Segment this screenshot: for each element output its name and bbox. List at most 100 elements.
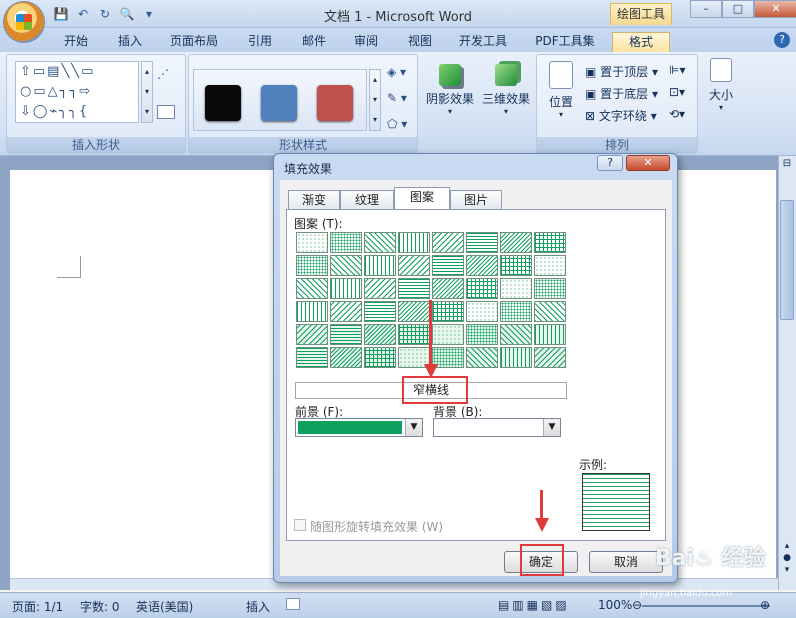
tab-home[interactable]: 开始 [56, 32, 96, 52]
zoom-slider[interactable] [642, 605, 770, 607]
styles-gallery-scroll[interactable]: ▴ ▾ ▾ [369, 69, 381, 131]
pattern-option[interactable] [398, 232, 430, 253]
help-icon[interactable]: ? [774, 32, 790, 48]
pattern-option[interactable] [466, 301, 498, 322]
macro-record-icon[interactable] [286, 598, 300, 610]
text-wrapping-button[interactable]: ⊠ 文字环绕 ▾ [585, 107, 657, 124]
pattern-option[interactable] [534, 278, 566, 299]
tab-picture[interactable]: 图片 [450, 190, 502, 209]
shapes-gallery-scroll[interactable]: ▴ ▾ ▾ [141, 61, 153, 123]
pattern-option[interactable] [500, 301, 532, 322]
zoom-in-icon[interactable]: ⊕ [760, 598, 770, 612]
pattern-option[interactable] [296, 255, 328, 276]
office-button[interactable] [4, 2, 44, 42]
word-count[interactable]: 字数: 0 [80, 598, 120, 615]
pattern-option[interactable] [398, 324, 430, 345]
pattern-option[interactable] [500, 324, 532, 345]
pattern-option[interactable] [364, 232, 396, 253]
pattern-option[interactable] [432, 324, 464, 345]
browse-object-icons[interactable]: ▴ ● ▾ [780, 540, 794, 580]
dialog-close-button[interactable]: ✕ [626, 155, 670, 171]
position-button[interactable]: 位置 ▾ [541, 61, 581, 119]
background-color-select[interactable]: ▼ [433, 418, 561, 437]
ruler-toggle-icon[interactable]: ⊟ [780, 158, 794, 172]
pattern-option[interactable] [296, 301, 328, 322]
pattern-option[interactable] [466, 232, 498, 253]
pattern-option[interactable] [296, 347, 328, 368]
foreground-color-select[interactable]: ▼ [295, 418, 423, 437]
pattern-option[interactable] [364, 255, 396, 276]
pattern-option[interactable] [330, 301, 362, 322]
pattern-option[interactable] [432, 278, 464, 299]
pattern-option[interactable] [364, 278, 396, 299]
vertical-scrollbar-thumb[interactable] [780, 200, 794, 320]
pattern-option[interactable] [364, 347, 396, 368]
tab-review[interactable]: 审阅 [346, 32, 386, 52]
pattern-option[interactable] [432, 232, 464, 253]
chevron-down-icon[interactable]: ▼ [543, 419, 560, 436]
pattern-option[interactable] [364, 324, 396, 345]
pattern-option[interactable] [534, 347, 566, 368]
zoom-out-icon[interactable]: ⊖ [632, 598, 642, 612]
cancel-button[interactable]: 取消 [589, 551, 663, 573]
pattern-option[interactable] [500, 278, 532, 299]
pattern-option[interactable] [330, 278, 362, 299]
pattern-option[interactable] [398, 278, 430, 299]
pattern-option[interactable] [466, 255, 498, 276]
tab-texture[interactable]: 纹理 [340, 190, 394, 209]
send-to-back-button[interactable]: ▣ 置于底层 ▾ [585, 85, 658, 102]
pattern-option[interactable] [466, 324, 498, 345]
tab-pattern[interactable]: 图案 [394, 187, 450, 210]
tab-gradient[interactable]: 渐变 [288, 190, 340, 209]
page-count[interactable]: 页面: 1/1 [12, 598, 63, 615]
pattern-option[interactable] [500, 347, 532, 368]
pattern-option[interactable] [330, 324, 362, 345]
group-icon[interactable]: ⊡▾ [669, 85, 685, 99]
pattern-option[interactable] [534, 255, 566, 276]
pattern-option[interactable] [296, 324, 328, 345]
pattern-option[interactable] [534, 324, 566, 345]
tab-insert[interactable]: 插入 [110, 32, 150, 52]
rotate-with-shape-checkbox[interactable] [294, 519, 306, 531]
pattern-option[interactable] [534, 301, 566, 322]
pattern-option[interactable] [296, 232, 328, 253]
maximize-button[interactable]: □ [722, 0, 754, 18]
shadow-effects-button[interactable]: 阴影效果 ▾ [424, 58, 476, 116]
bring-to-front-button[interactable]: ▣ 置于顶层 ▾ [585, 63, 658, 80]
pattern-option[interactable] [500, 255, 532, 276]
close-button[interactable]: ✕ [754, 0, 796, 18]
pattern-option[interactable] [398, 301, 430, 322]
pattern-option[interactable] [432, 301, 464, 322]
pattern-option[interactable] [330, 255, 362, 276]
insert-mode[interactable]: 插入 [246, 598, 270, 615]
pattern-option[interactable] [330, 347, 362, 368]
style-swatch-black[interactable] [205, 85, 241, 121]
shapes-gallery[interactable]: ⇧▭▤╲╲▭ ○▭△┐┐⇨ ⇩◯⌁╮╮{ [15, 61, 139, 123]
pattern-option[interactable] [466, 278, 498, 299]
tab-page-layout[interactable]: 页面布局 [164, 32, 224, 52]
shape-fill-icon[interactable]: ◈ ▾ [387, 65, 406, 79]
3d-effects-button[interactable]: 三维效果 ▾ [478, 58, 534, 116]
pattern-option[interactable] [500, 232, 532, 253]
minimize-button[interactable]: – [690, 0, 722, 18]
pattern-option[interactable] [330, 232, 362, 253]
chevron-down-icon[interactable]: ▼ [405, 419, 422, 436]
pattern-option[interactable] [534, 232, 566, 253]
align-icon[interactable]: ⊫▾ [669, 63, 685, 77]
pattern-option[interactable] [432, 255, 464, 276]
pattern-option[interactable] [398, 255, 430, 276]
style-swatch-red[interactable] [317, 85, 353, 121]
tab-format[interactable]: 格式 [612, 32, 670, 52]
language-indicator[interactable]: 英语(美国) [136, 598, 193, 615]
view-buttons-icon[interactable]: ▤▥▦▧▨ [498, 598, 570, 612]
tab-mailings[interactable]: 邮件 [294, 32, 334, 52]
rotate-icon[interactable]: ⟲▾ [669, 107, 685, 121]
zoom-level[interactable]: 100% [598, 598, 632, 612]
change-shape-icon[interactable]: ⬠ ▾ [387, 117, 407, 131]
tab-view[interactable]: 视图 [400, 32, 440, 52]
text-box-icon[interactable] [157, 105, 175, 119]
pattern-option[interactable] [296, 278, 328, 299]
dialog-help-button[interactable]: ? [597, 155, 623, 171]
edit-shape-icon[interactable]: ⋰ [157, 67, 177, 83]
shape-outline-icon[interactable]: ✎ ▾ [387, 91, 407, 105]
